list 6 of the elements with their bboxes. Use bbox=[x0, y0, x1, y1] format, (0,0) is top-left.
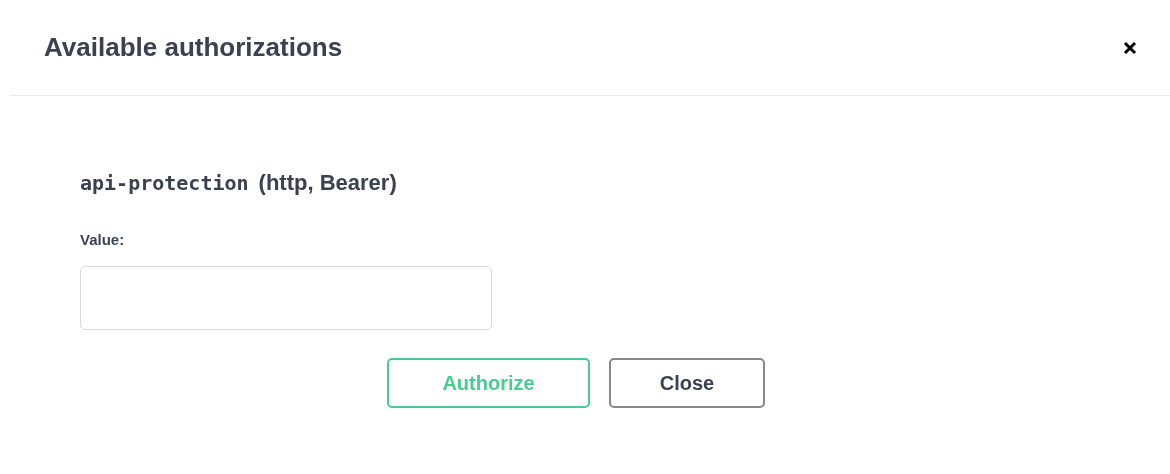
value-label: Value: bbox=[80, 230, 125, 250]
close-button[interactable]: Close bbox=[609, 357, 765, 408]
scheme-type: (http, Bearer) bbox=[258, 169, 397, 197]
scheme-name: api-protection bbox=[80, 170, 249, 197]
value-input[interactable] bbox=[80, 265, 492, 330]
dialog-title: Available authorizations bbox=[44, 31, 343, 64]
